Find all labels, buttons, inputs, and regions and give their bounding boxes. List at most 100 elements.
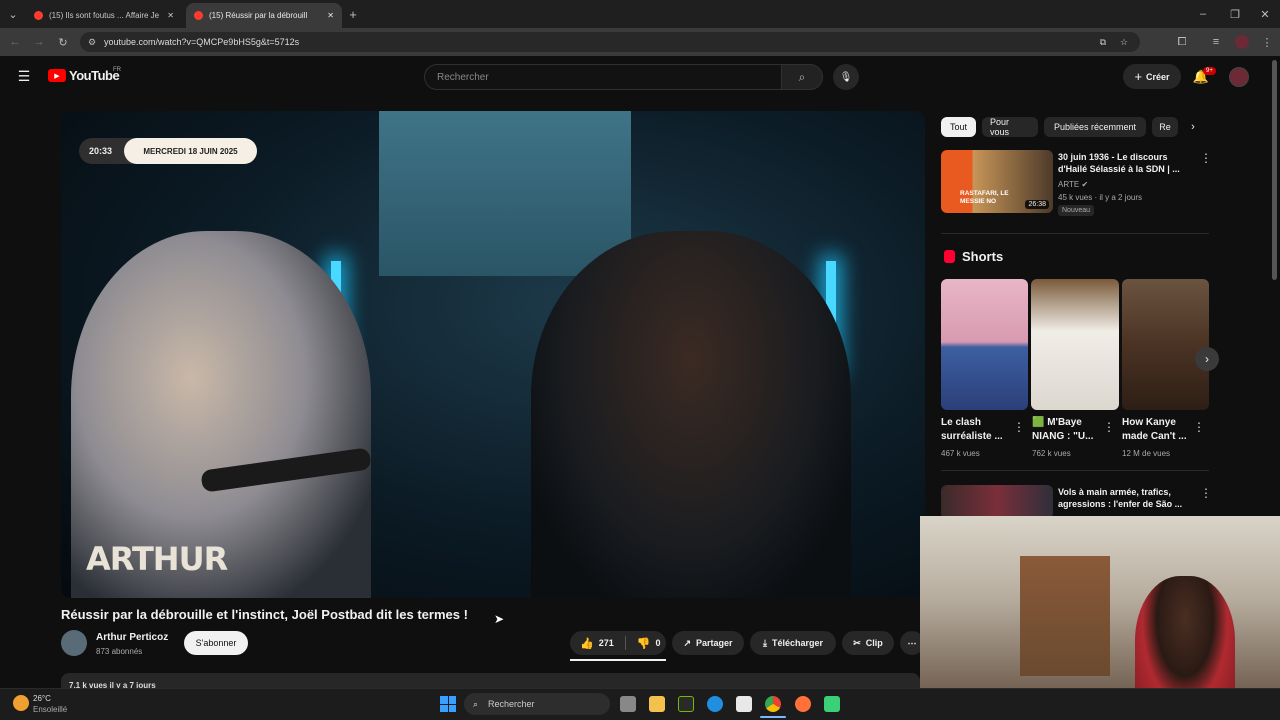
chip-all[interactable]: Tout [941, 117, 976, 137]
windows-taskbar [0, 688, 1280, 720]
short-thumbnail-3[interactable] [1122, 279, 1209, 410]
bookmark-star-icon[interactable]: ☆ [1120, 37, 1128, 48]
store-icon[interactable] [736, 696, 752, 712]
chip-recently-uploaded[interactable]: Publiées récemment [1044, 117, 1146, 137]
browser-menu-icon[interactable]: ⋮ [1260, 35, 1274, 49]
short-title-1[interactable]: Le clash surréaliste ... [941, 416, 1011, 444]
page-scrollbar-thumb[interactable] [1272, 60, 1277, 280]
search-button[interactable]: ⌕ [781, 64, 823, 90]
browser-tab-1[interactable]: (15) Ils sont foutus ... Affaire Je ✕ [26, 3, 182, 28]
chip-partial[interactable]: Re [1152, 117, 1178, 137]
close-icon[interactable]: ✕ [167, 11, 174, 20]
thumbs-up-icon[interactable]: 👍 [580, 637, 594, 650]
clip-button[interactable]: ✂ Clip [842, 631, 894, 655]
share-button[interactable]: ↗ Partager [672, 631, 744, 655]
rec-video-title-2[interactable]: Vols à main armée, trafics, agressions :… [1058, 486, 1192, 510]
short-title-3[interactable]: How Kanye made Can't ... [1122, 416, 1192, 444]
more-vert-icon[interactable]: ⋮ [1013, 420, 1025, 434]
more-vert-icon[interactable]: ⋮ [1200, 486, 1212, 500]
person-right [531, 231, 851, 598]
app-icon[interactable] [824, 696, 840, 712]
create-button[interactable]: + Créer [1123, 64, 1181, 89]
search-icon: ⌕ [798, 69, 806, 84]
reload-icon[interactable]: ↻ [56, 35, 70, 49]
firefox-icon[interactable] [795, 696, 811, 712]
download-label: Télécharger [771, 638, 823, 648]
video-player[interactable] [61, 111, 925, 598]
channel-name[interactable]: Arthur Perticoz [96, 632, 168, 643]
weather-temp[interactable]: 26°C [33, 694, 51, 703]
short-views-2: 762 k vues [1032, 449, 1071, 458]
subscribe-button[interactable]: S'abonner [184, 631, 248, 655]
new-tab-icon[interactable]: + [346, 7, 360, 22]
rec-channel-name[interactable]: ARTE ✔ [1058, 180, 1088, 189]
address-bar[interactable]: ⚙ youtube.com/watch?v=QMCPe9bHS5g&t=5712… [80, 32, 1140, 52]
file-explorer-icon[interactable] [649, 696, 665, 712]
mouse-cursor-icon: ➤ [494, 612, 505, 626]
subscriber-count: 873 abonnés [96, 647, 143, 656]
more-vert-icon[interactable]: ⋮ [1103, 420, 1115, 434]
youtube-favicon-icon [34, 11, 43, 20]
site-info-icon[interactable]: ⚙ [88, 37, 96, 48]
hamburger-menu-icon[interactable]: ☰ [16, 68, 32, 84]
install-app-icon[interactable]: ⧉ [1100, 37, 1106, 48]
minimize-icon[interactable]: – [1196, 7, 1210, 21]
active-app-indicator [760, 716, 786, 718]
browser-tab-2[interactable]: (15) Réussir par la débrouill ✕ [186, 3, 342, 28]
chevron-right-icon[interactable]: › [1186, 120, 1200, 134]
short-title-2[interactable]: 🟩 M'Baye NIANG : "U... [1032, 416, 1102, 444]
rec-video-title[interactable]: 30 juin 1936 - Le discours d'Hailé Sélas… [1058, 151, 1192, 175]
tab-title: (15) Ils sont foutus ... Affaire Je [49, 11, 160, 20]
nvidia-icon[interactable] [678, 696, 694, 712]
profile-avatar[interactable] [1235, 35, 1249, 49]
channel-text: ARTE [1058, 180, 1080, 189]
taskbar-search[interactable]: ⌕ Rechercher [464, 693, 610, 715]
extensions-icon[interactable]: ⧠ [1175, 35, 1189, 49]
logo-text: YouTube [69, 68, 120, 83]
back-icon[interactable]: ← [8, 35, 22, 49]
like-count[interactable]: 271 [599, 638, 614, 648]
clip-label: Clip [865, 638, 883, 648]
close-icon[interactable]: ✕ [327, 11, 334, 20]
bookshelf [1020, 556, 1110, 676]
voice-search-button[interactable]: 🎙 [833, 64, 859, 90]
short-title-line: Le clash [941, 417, 982, 428]
rec-video-thumbnail[interactable]: RASTAFARI, LE MESSIE NO 26:38 [941, 150, 1053, 213]
url-text: youtube.com/watch?v=QMCPe9bHS5g&t=5712s [104, 37, 300, 47]
shorts-next-button[interactable]: › [1195, 347, 1219, 371]
channel-avatar[interactable] [61, 630, 87, 656]
edge-browser-icon[interactable] [707, 696, 723, 712]
youtube-favicon-icon [194, 11, 203, 20]
search-input[interactable]: Rechercher [424, 64, 782, 90]
divider [941, 470, 1209, 471]
play-logo-icon: ▶ [48, 69, 66, 82]
shorts-logo-icon [944, 250, 955, 263]
chip-for-you[interactable]: Pour vous [982, 117, 1038, 137]
more-vert-icon[interactable]: ⋮ [1193, 420, 1205, 434]
window-close-icon[interactable]: ✕ [1258, 7, 1272, 21]
dislike-count[interactable]: 0 [655, 638, 660, 648]
task-view-icon[interactable] [620, 696, 636, 712]
rec-video-thumbnail-2[interactable] [941, 485, 1053, 519]
forward-icon[interactable]: → [32, 35, 46, 49]
thumbs-down-icon[interactable]: 👎 [637, 637, 651, 650]
account-avatar[interactable] [1229, 67, 1249, 87]
youtube-logo[interactable]: ▶ YouTube [48, 68, 120, 83]
short-views-3: 12 M de vues [1122, 449, 1171, 458]
notification-badge: 9+ [1203, 67, 1216, 75]
more-vert-icon[interactable]: ⋮ [1200, 151, 1212, 165]
restore-icon[interactable]: ❐ [1228, 7, 1242, 21]
windows-start-icon[interactable] [440, 696, 456, 712]
background-monitor [379, 111, 631, 276]
chrome-icon[interactable] [765, 696, 781, 712]
description-box[interactable] [61, 673, 920, 689]
download-button[interactable]: ⤓ Télécharger [750, 631, 836, 655]
tab-search-icon[interactable]: ⌄ [6, 7, 20, 21]
taskbar-search-placeholder: Rechercher [488, 699, 535, 709]
tab-media-icon[interactable]: ≡ [1209, 35, 1223, 49]
short-thumbnail-2[interactable] [1031, 279, 1119, 410]
weather-sun-icon[interactable] [13, 695, 29, 711]
region-code: FR [113, 67, 121, 73]
short-thumbnail-1[interactable] [941, 279, 1028, 410]
video-title: Réussir par la débrouille et l'instinct,… [61, 607, 468, 622]
